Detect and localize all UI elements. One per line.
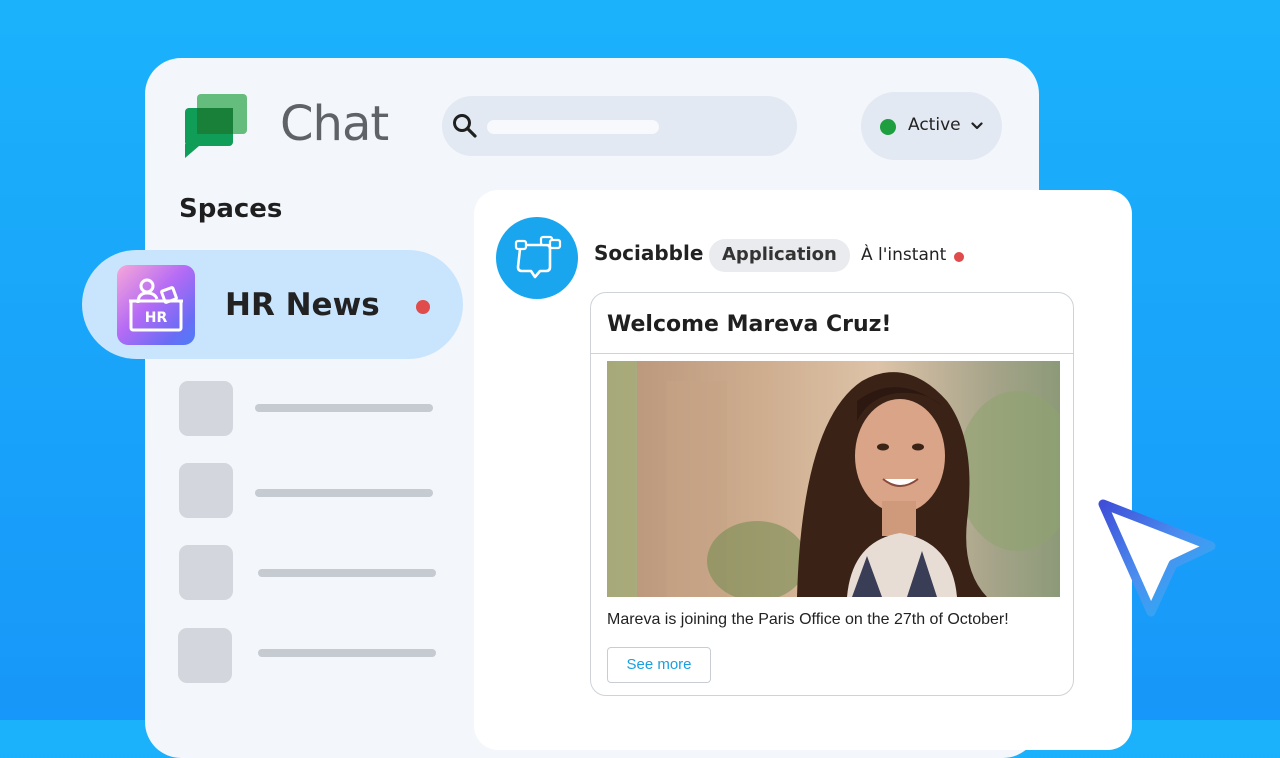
status-dropdown[interactable]: Active bbox=[861, 92, 1002, 160]
space-placeholder-icon[interactable] bbox=[178, 628, 232, 683]
card-title: Welcome Mareva Cruz! bbox=[607, 312, 892, 337]
app-badge: Application bbox=[709, 239, 850, 272]
space-placeholder-icon[interactable] bbox=[179, 463, 233, 518]
space-placeholder-icon[interactable] bbox=[179, 545, 233, 600]
unread-indicator bbox=[416, 300, 430, 314]
welcome-card: Welcome Mareva Cruz! Mareva is joining t… bbox=[590, 292, 1074, 696]
space-placeholder-label[interactable] bbox=[255, 404, 433, 412]
search-bar[interactable] bbox=[442, 96, 797, 156]
sidebar-item-hr-news[interactable]: HR HR News bbox=[82, 250, 463, 359]
app-title: Chat bbox=[280, 96, 389, 152]
svg-text:HR: HR bbox=[145, 310, 168, 326]
active-status-dot bbox=[880, 119, 896, 135]
unread-indicator bbox=[954, 252, 964, 262]
chevron-down-icon bbox=[971, 122, 983, 130]
search-icon bbox=[453, 114, 477, 138]
space-placeholder-label[interactable] bbox=[258, 649, 436, 657]
hr-desk-icon: HR bbox=[117, 265, 195, 345]
card-description: Mareva is joining the Paris Office on th… bbox=[607, 611, 1009, 628]
search-input[interactable] bbox=[487, 120, 659, 134]
space-placeholder-icon[interactable] bbox=[179, 381, 233, 436]
status-label: Active bbox=[908, 115, 961, 135]
message-timestamp: À l'instant bbox=[861, 245, 947, 265]
see-more-button[interactable]: See more bbox=[607, 647, 711, 683]
spaces-heading: Spaces bbox=[179, 194, 283, 224]
sender-name[interactable]: Sociabble bbox=[594, 241, 703, 265]
message-panel: Sociabble Application À l'instant Welcom… bbox=[474, 190, 1132, 750]
card-divider bbox=[591, 353, 1073, 354]
google-chat-logo-icon bbox=[185, 94, 247, 158]
space-placeholder-label[interactable] bbox=[258, 569, 436, 577]
pointer-cursor-icon bbox=[1098, 499, 1216, 617]
portrait-photo bbox=[607, 361, 1060, 597]
space-placeholder-label[interactable] bbox=[255, 489, 433, 497]
speech-bubbles-icon bbox=[496, 217, 578, 299]
sidebar-item-label: HR News bbox=[225, 287, 380, 323]
